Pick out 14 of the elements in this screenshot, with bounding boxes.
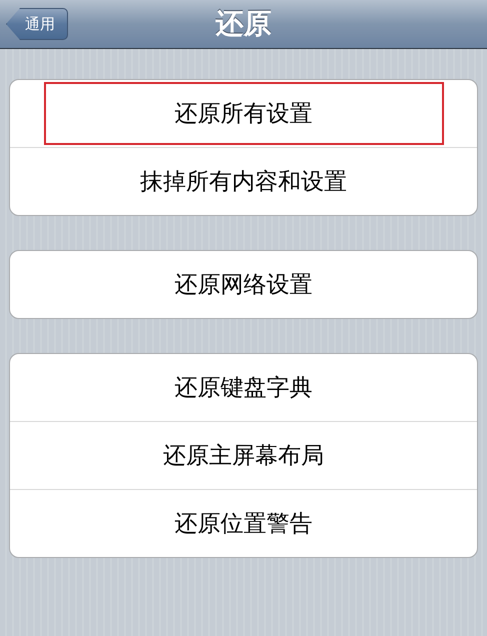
reset-option[interactable]: 还原键盘字典 <box>10 354 477 421</box>
option-label: 还原键盘字典 <box>174 374 314 403</box>
option-label: 还原主屏幕布局 <box>162 442 325 471</box>
option-label: 还原网络设置 <box>174 271 314 300</box>
option-label: 还原位置警告 <box>174 510 314 539</box>
back-button[interactable]: 通用 <box>6 8 68 40</box>
highlighted-label: 还原所有设置 <box>46 84 442 143</box>
reset-option[interactable]: 抹掉所有内容和设置 <box>10 147 477 215</box>
reset-option[interactable]: 还原主屏幕布局 <box>10 421 477 489</box>
page-title: 还原 <box>216 6 272 42</box>
reset-option[interactable]: 还原位置警告 <box>10 489 477 557</box>
reset-option[interactable]: 还原网络设置 <box>10 251 477 318</box>
option-label: 抹掉所有内容和设置 <box>139 168 348 197</box>
reset-option[interactable]: 还原所有设置 <box>10 80 477 147</box>
